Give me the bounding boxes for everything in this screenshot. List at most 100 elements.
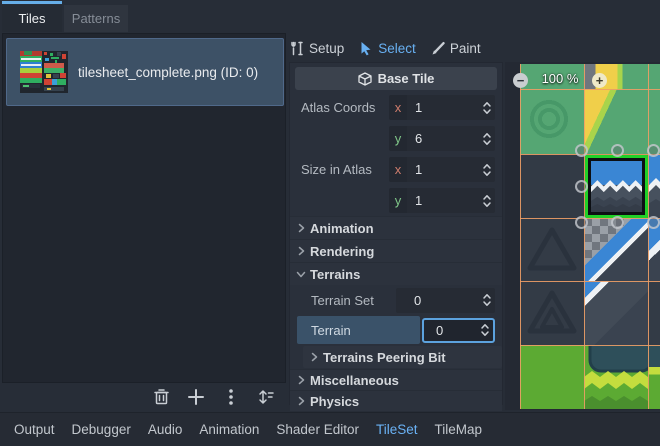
godot-tileset-editor: { "source_tabs": { "tiles": "Tiles", "pa… [0,0,660,446]
selection-handle[interactable] [575,144,588,157]
atlas-preview[interactable]: − 100 % + [505,62,660,410]
setup-mode-button[interactable]: Setup [290,41,344,56]
section-label: Miscellaneous [310,373,399,388]
mesh-cube-icon [358,72,372,86]
zoom-out-button[interactable]: − [513,73,528,88]
spinner-icon[interactable] [479,100,495,116]
spinner-icon[interactable] [479,193,495,209]
subsection-label: Terrains Peering Bit [323,350,446,365]
size-x-value[interactable]: 1 [407,162,479,177]
property-row-size-x: Size in Atlas x 1 [290,154,502,185]
zoom-percentage: 100 % [535,71,585,86]
tab-tiles[interactable]: Tiles [2,5,62,32]
spinbox-terrain-focused[interactable]: 0 [422,318,495,343]
property-row-size-y: y 1 [290,185,502,216]
dock-tab-tilemap[interactable]: TileMap [434,422,482,437]
spinbox-terrain-set[interactable]: 0 [396,288,495,313]
terrain-label-highlighted: Terrain [297,316,420,344]
section-terrains[interactable]: Terrains [290,262,502,285]
section-rendering[interactable]: Rendering [290,239,502,262]
tile-source-item[interactable]: tilesheet_complete.png (ID: 0) [6,38,284,106]
selection-handle[interactable] [611,216,624,229]
atlas-tile-water-edge[interactable] [584,281,648,345]
section-physics[interactable]: Physics [290,390,502,411]
grid-line [520,64,521,409]
atlas-tile[interactable] [648,64,660,89]
double-triangle-art [520,281,584,345]
selection-handle[interactable] [647,144,660,157]
atlas-y-value[interactable]: 6 [407,131,479,146]
select-mode-label: Select [378,41,416,56]
section-animation[interactable]: Animation [290,216,502,239]
atlas-x-value[interactable]: 1 [407,100,479,115]
atlas-tile[interactable] [648,281,660,345]
atlas-tile[interactable] [648,345,660,409]
base-tile-header[interactable]: Base Tile [295,67,497,90]
spinbox-size-x[interactable]: x 1 [389,157,495,182]
property-label: Atlas Coords [297,100,389,115]
spinner-icon[interactable] [477,322,493,338]
axis-y-badge: y [389,126,407,151]
select-mode-button[interactable]: Select [359,41,416,56]
property-row-terrain: Terrain 0 [290,315,502,345]
spinbox-atlas-y[interactable]: y 6 [389,126,495,151]
source-menu-button[interactable] [220,386,242,408]
size-y-value[interactable]: 1 [407,193,479,208]
tile-sources-list: tilesheet_complete.png (ID: 0) [2,33,286,383]
zoom-in-button[interactable]: + [592,73,607,88]
axis-y-badge: y [389,188,407,213]
spinner-icon[interactable] [479,131,495,147]
section-miscellaneous[interactable]: Miscellaneous [290,369,502,390]
selection-handle[interactable] [575,216,588,229]
grid-line [648,64,649,409]
atlas-tile-green[interactable] [520,345,584,409]
dock-tab-audio[interactable]: Audio [148,422,183,437]
spinbox-atlas-x[interactable]: x 1 [389,95,495,120]
tilesheet-thumbnail [20,51,68,93]
property-label: Size in Atlas [297,162,389,177]
grid-line [584,64,585,409]
base-tile-title: Base Tile [378,71,435,86]
pond-tile-art [584,345,648,409]
setup-mode-label: Setup [309,41,344,56]
subsection-terrains-peering-bit-wrap: Terrains Peering Bit [290,345,502,369]
atlas-tile-double-triangle[interactable] [520,281,584,345]
delete-source-button[interactable] [150,386,172,408]
selection-handle[interactable] [647,216,660,229]
atlas-mode-toolbar: Setup Select Paint [290,36,481,60]
tools-icon [290,41,304,56]
paint-mode-button[interactable]: Paint [431,41,481,56]
subsection-terrains-peering-bit[interactable]: Terrains Peering Bit [303,346,502,368]
dock-tab-animation[interactable]: Animation [199,422,259,437]
tile-source-label: tilesheet_complete.png (ID: 0) [78,65,258,80]
spinner-icon[interactable] [479,292,495,308]
water-tile-art [591,161,642,212]
selection-handle[interactable] [575,180,588,193]
dock-tab-shader-editor[interactable]: Shader Editor [276,422,359,437]
dock-tab-output[interactable]: Output [14,422,55,437]
atlas-tile-triangle[interactable] [520,218,584,281]
source-list-toolbar [150,386,277,408]
dock-tab-debugger[interactable]: Debugger [72,422,131,437]
tab-patterns[interactable]: Patterns [64,5,128,32]
water-tile-art [648,154,660,218]
section-label: Animation [310,221,374,236]
grid-line [520,218,660,219]
spinner-icon[interactable] [479,162,495,178]
spinbox-size-y[interactable]: y 1 [389,188,495,213]
add-source-button[interactable] [185,386,207,408]
atlas-tile-grass-circle[interactable] [520,89,584,154]
dock-tab-tileset[interactable]: TileSet [376,422,418,437]
selected-tile[interactable] [585,155,648,218]
sort-icon [257,388,275,406]
cursor-icon [359,41,373,56]
sort-sources-button[interactable] [255,386,277,408]
chevron-right-icon [296,396,306,406]
atlas-tile-pond[interactable] [584,345,648,409]
bottom-dock-bar: Output Debugger Audio Animation Shader E… [0,412,660,446]
atlas-tile-water[interactable] [648,154,660,218]
brush-icon [431,41,445,56]
terrain-value[interactable]: 0 [424,323,477,338]
terrain-set-value[interactable]: 0 [396,293,479,308]
selection-handle[interactable] [611,144,624,157]
